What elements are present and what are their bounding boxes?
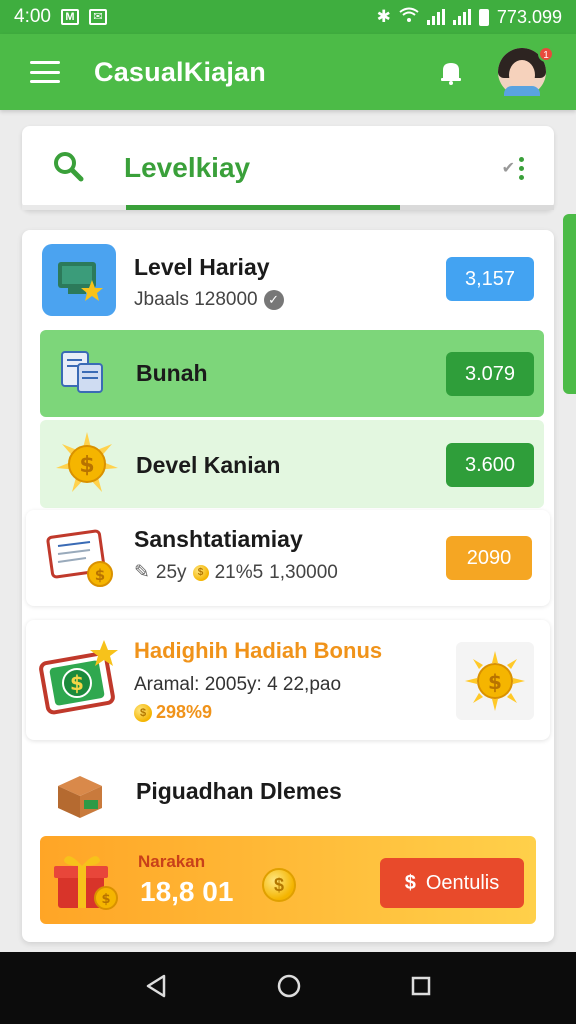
- svg-text:$: $: [488, 670, 502, 694]
- signal-icon: [426, 9, 445, 25]
- progress-bar: [22, 205, 554, 210]
- app-title: CasualKiajan: [94, 56, 266, 87]
- bonus-card[interactable]: $ Hadighih Hadiah Bonus Aramal: 2005y: 4…: [26, 620, 550, 740]
- value-badge[interactable]: 3.600: [446, 443, 534, 487]
- status-time: 4:00: [14, 6, 51, 27]
- coin-star-icon: $: [54, 430, 120, 501]
- home-icon[interactable]: [276, 973, 302, 1004]
- avatar[interactable]: 1: [498, 46, 554, 96]
- app-bar: CasualKiajan 1: [0, 34, 576, 110]
- list-item[interactable]: Bunah 3.079: [40, 330, 544, 417]
- verified-icon: ✓: [263, 290, 284, 310]
- status-right-text: 773.099: [496, 6, 562, 27]
- item-title: Bunah: [136, 360, 208, 386]
- money-icon: $: [38, 634, 122, 725]
- list-item[interactable]: $ Sanshtatiamiay ✎ 25y $ 21%5 1,30000 20…: [26, 510, 550, 606]
- coin-icon: $: [192, 564, 209, 581]
- value-badge[interactable]: 3.079: [446, 352, 534, 396]
- item-subtitle: ✎ 25y $ 21%5 1,30000: [134, 561, 338, 584]
- battery-icon: [478, 8, 489, 26]
- bonus-coins: 298%9: [156, 702, 213, 722]
- item-subtitle: Jbaals 128000 ✓: [134, 289, 284, 311]
- item-title: Devel Kanian: [136, 452, 281, 478]
- svg-text:$: $: [95, 566, 105, 584]
- search-input[interactable]: Levelkiay: [124, 152, 250, 184]
- menu-icon[interactable]: [30, 61, 60, 83]
- promo-banner[interactable]: $ Narakan 18,8 01 $ $ Oentulis: [40, 836, 536, 924]
- mail-notification-icon: ✉: [88, 9, 107, 25]
- computer-icon: [42, 244, 116, 316]
- dollar-icon: $: [404, 871, 416, 894]
- svg-text:$: $: [70, 671, 84, 695]
- value-badge[interactable]: 3,157: [446, 257, 534, 301]
- claim-button-label: Oentulis: [425, 871, 500, 894]
- bonus-title: Hadighih Hadiah Bonus: [134, 638, 383, 663]
- chevron-down-icon: ✔: [501, 160, 515, 177]
- bluetooth-icon: ✱: [376, 7, 391, 26]
- pencil-icon: ✎: [134, 562, 150, 583]
- box-icon: [54, 772, 106, 825]
- side-drawer-handle[interactable]: [563, 214, 576, 394]
- item-title: Level Hariay: [134, 254, 270, 280]
- wifi-icon: [399, 7, 419, 28]
- recents-icon[interactable]: [410, 975, 432, 1002]
- claim-button[interactable]: $ Oentulis: [380, 858, 524, 908]
- gift-icon: $: [52, 848, 120, 919]
- promo-title: Piguadhan Dlemes: [136, 778, 342, 804]
- coin-icon: $: [262, 868, 296, 902]
- signal-icon-2: [452, 9, 471, 25]
- back-icon[interactable]: [144, 973, 168, 1004]
- system-nav-bar: [0, 952, 576, 1024]
- level-list: Level Hariay Jbaals 128000 ✓ 3,157 Bunah…: [22, 230, 554, 942]
- item-title: Sanshtatiamiay: [134, 526, 303, 552]
- notification-badge: 1: [538, 46, 554, 62]
- notification-icon[interactable]: [438, 59, 464, 85]
- svg-text:$: $: [79, 453, 94, 478]
- promo-section: Piguadhan Dlemes $ Narakan 18,8 01 $ $ O…: [22, 754, 554, 942]
- document-icon: [60, 350, 106, 401]
- value-badge[interactable]: 2090: [446, 536, 532, 580]
- status-bar: 4:00 M ✉ ✱ 773.099: [0, 0, 576, 34]
- coin-icon: $: [134, 703, 152, 722]
- sun-coin-icon: $: [456, 642, 534, 720]
- search-bar[interactable]: Levelkiay ✔: [22, 126, 554, 210]
- list-item[interactable]: Level Hariay Jbaals 128000 ✓ 3,157: [22, 230, 554, 330]
- promo-amount: 18,8 01: [140, 876, 234, 907]
- promo-label: Narakan: [138, 852, 206, 871]
- bonus-detail: Aramal: 2005y: 4 22,pao: [134, 674, 342, 695]
- more-icon: [519, 156, 524, 180]
- svg-text:$: $: [101, 892, 110, 907]
- message-notification-icon: M: [60, 9, 79, 25]
- search-icon[interactable]: [52, 150, 84, 187]
- filter-menu-button[interactable]: ✔: [501, 156, 524, 180]
- book-coin-icon: $: [46, 528, 116, 593]
- list-item[interactable]: $ Devel Kanian 3.600: [40, 420, 544, 508]
